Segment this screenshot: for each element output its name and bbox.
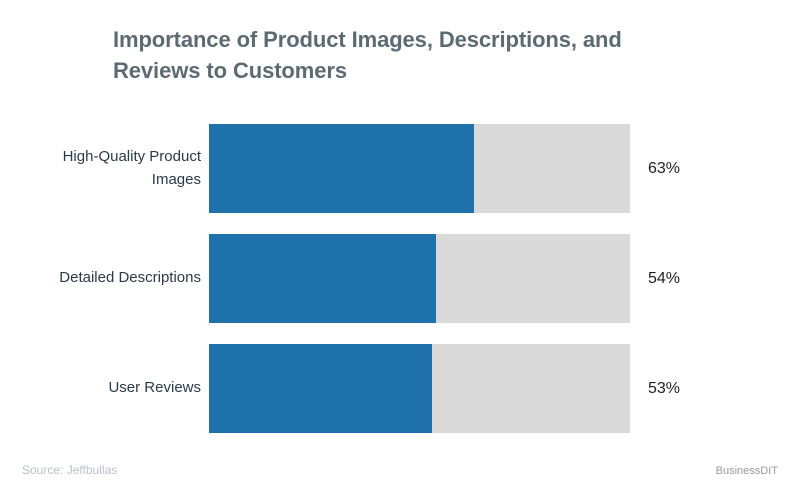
bar-track bbox=[209, 124, 630, 213]
category-label: User Reviews bbox=[108, 379, 201, 397]
bar-fill bbox=[209, 234, 437, 323]
bar-value-label: 63% bbox=[648, 159, 681, 177]
chart-figure: Importance of Product Images, Descriptio… bbox=[0, 0, 795, 500]
bar-track bbox=[209, 234, 630, 323]
bar-row: Detailed Descriptions 54% bbox=[0, 234, 795, 323]
source-note: Source: Jeffbullas bbox=[22, 463, 118, 477]
watermark-label: BusinessDIT bbox=[715, 465, 778, 477]
bar-row: User Reviews 53% bbox=[0, 344, 795, 433]
bar-value-label: 53% bbox=[648, 379, 681, 397]
bar-value-label: 54% bbox=[648, 269, 681, 287]
category-label: High-Quality Product Images bbox=[62, 148, 201, 188]
chart-title: Importance of Product Images, Descriptio… bbox=[113, 27, 622, 84]
bar-track bbox=[209, 344, 630, 433]
chart-plot-area: High-Quality Product Images 63% Detailed… bbox=[0, 124, 795, 433]
bar-row: High-Quality Product Images 63% bbox=[0, 124, 795, 213]
bar-fill bbox=[209, 344, 433, 433]
bar-fill bbox=[209, 124, 475, 213]
category-label: Detailed Descriptions bbox=[59, 269, 201, 287]
